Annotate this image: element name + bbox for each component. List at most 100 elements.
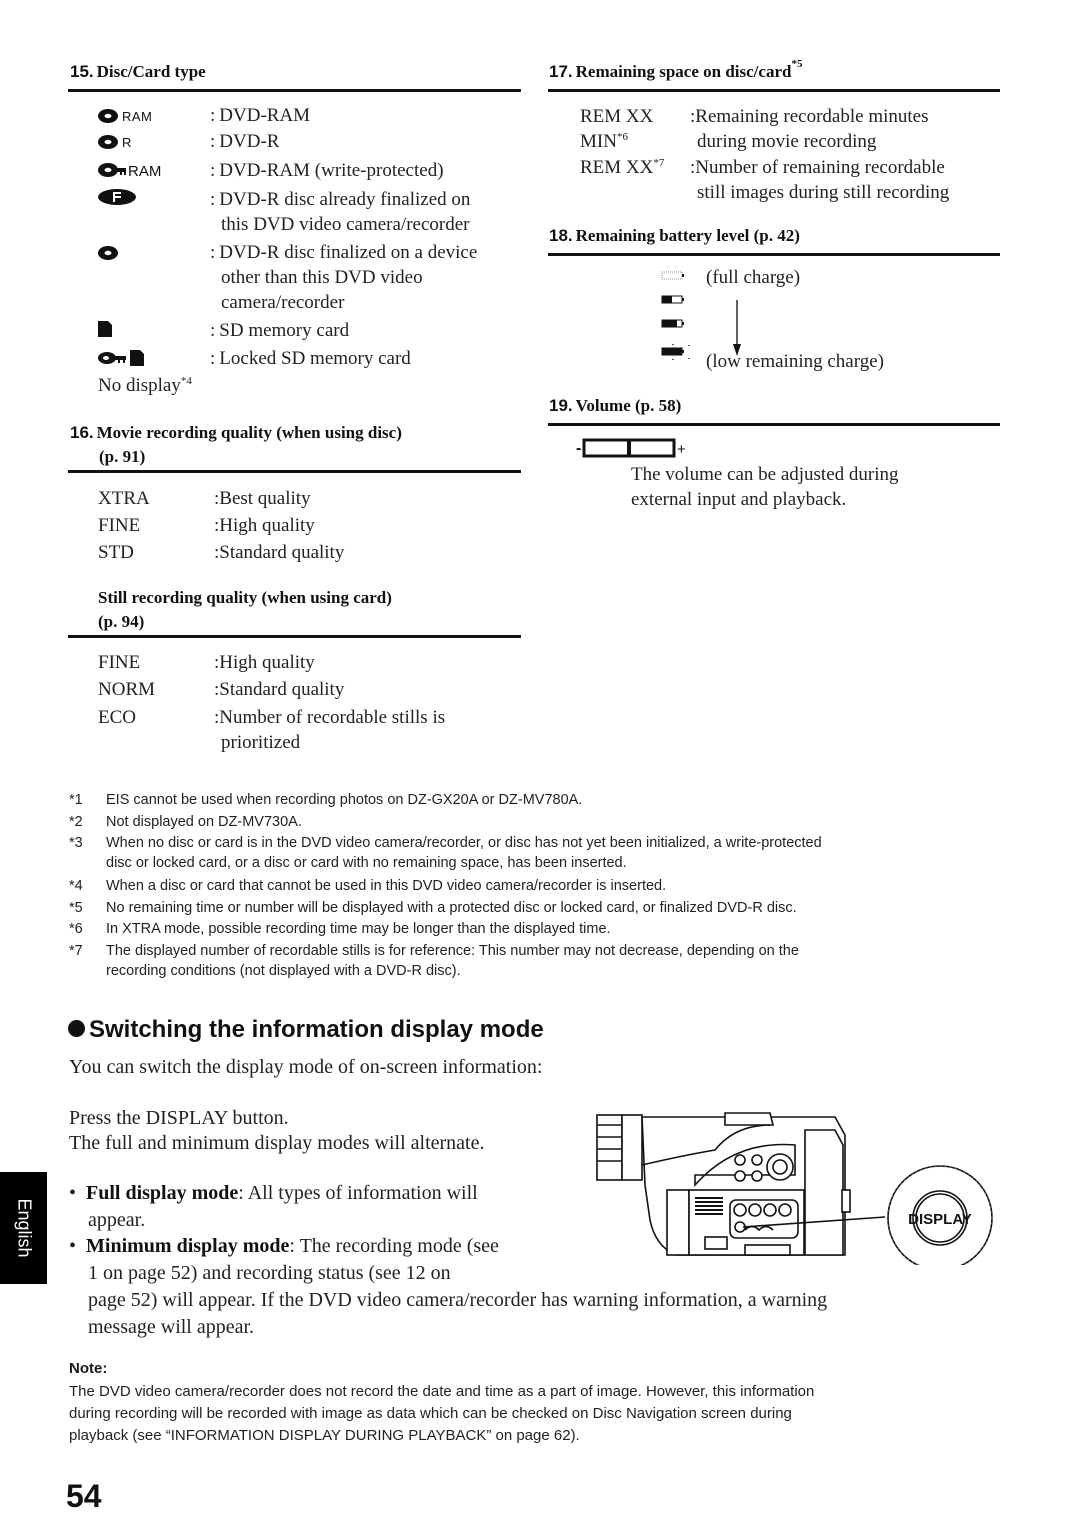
quality-desc: Best quality <box>219 488 311 509</box>
disc-type-desc: DVD-R disc finalized on a device <box>219 242 478 263</box>
remaining-desc: still images during still recording <box>697 182 950 203</box>
footnote-mark: *1 <box>69 792 83 808</box>
volume-description: The volume can be adjusted during extern… <box>631 462 899 512</box>
bullet-text: : All types of information will <box>238 1182 478 1204</box>
volume-indicator <box>627 440 631 456</box>
disc-ram-locked-icon: RAM <box>98 163 161 180</box>
display-button-label: DISPLAY <box>908 1211 972 1228</box>
battery-icon <box>661 271 684 280</box>
disc-type-row: : DVD-RAM <box>210 105 311 126</box>
sd-card-locked-icon <box>98 350 144 366</box>
remaining-desc: during movie recording <box>697 131 877 152</box>
disc-type-row: : Locked SD memory card <box>210 348 411 369</box>
disc-type-desc: DVD-R disc already finalized on <box>219 189 471 210</box>
quality-term: NORM <box>98 679 156 700</box>
quality-desc: Number of recordable stills is <box>219 707 446 728</box>
disc-type-row: : DVD-R disc finalized on a device other … <box>210 242 478 313</box>
disc-ram-icon: RAM <box>98 109 152 124</box>
quality-term: STD <box>98 542 134 563</box>
note-line: playback (see “INFORMATION DISPLAY DURIN… <box>69 1427 580 1444</box>
quality-desc: Standard quality <box>219 542 345 563</box>
battery-low-label: (low remaining charge) <box>706 349 884 374</box>
section-18-title: 18. Remaining battery level (p. 42) <box>549 226 800 246</box>
battery-fill <box>662 348 682 355</box>
section-divider <box>68 89 521 92</box>
bullet-term: Full display mode <box>86 1182 239 1204</box>
quality-desc: High quality <box>219 652 315 673</box>
bullet-marker: • <box>69 1235 77 1257</box>
footnote-text: EIS cannot be used when recording photos… <box>106 792 583 808</box>
footnote-text: Not displayed on DZ-MV730A. <box>106 813 302 830</box>
quality-term: FINE <box>98 652 141 673</box>
switching-heading: Switching the information display mode <box>68 1016 544 1044</box>
quality-desc: Standard quality <box>219 679 345 700</box>
section-divider <box>548 89 1000 92</box>
section-title-text: Volume (p. 58) <box>575 396 682 415</box>
footnote-mark: *2 <box>69 813 83 830</box>
quality-term: XTRA <box>98 488 150 509</box>
section-number: 19. <box>549 396 573 415</box>
switching-heading-text: Switching the information display mode <box>89 1016 544 1043</box>
quality-term: FINE <box>98 515 141 536</box>
section-15-title: 15. Disc/Card type <box>70 62 206 82</box>
bullet-text: appear. <box>88 1209 146 1231</box>
section-divider <box>68 635 521 638</box>
remaining-term: REM XX MIN*6 <box>580 106 654 152</box>
disc-type-row: : DVD-R <box>210 131 280 152</box>
disc-ram-label: RAM <box>122 109 152 124</box>
volume-desc-line: external input and playback. <box>631 489 847 510</box>
still-quality-title: Still recording quality (when using card… <box>98 586 392 634</box>
footnote-text: No remaining time or number will be disp… <box>106 899 797 916</box>
disc-finalized-f-icon <box>98 189 136 205</box>
footnote-mark: *3 <box>69 835 83 851</box>
quality-desc: High quality <box>219 515 315 536</box>
footnote-mark: *5 <box>69 899 83 916</box>
svg-text:RAM: RAM <box>128 163 161 180</box>
section-divider <box>68 470 521 473</box>
volume-minus-label: - <box>576 440 581 457</box>
footnote-ref: *6 <box>616 131 628 143</box>
disc-type-desc: Locked SD memory card <box>219 348 411 369</box>
disc-type-desc: SD memory card <box>219 320 350 341</box>
section-number: 16. <box>70 423 94 442</box>
disc-r-icon: R <box>98 135 131 150</box>
bullet-dot-icon <box>68 1020 85 1037</box>
remaining-desc: Number of remaining recordable <box>695 157 945 178</box>
footnote-mark: *6 <box>69 921 83 937</box>
section-divider <box>548 253 1000 256</box>
battery-icon <box>661 344 690 360</box>
subsection-title-text: Still recording quality (when using card… <box>98 588 392 607</box>
side-tab-label: English <box>14 1198 34 1258</box>
disc-type-desc: camera/recorder <box>221 292 345 313</box>
disc-type-row: : SD memory card <box>210 320 350 341</box>
footnote-mark: *4 <box>69 878 83 894</box>
subsection-page-ref: (p. 94) <box>98 612 145 631</box>
footnote-ref: *5 <box>791 58 803 70</box>
quality-term: ECO <box>98 707 136 728</box>
bullet-marker: • <box>69 1182 77 1204</box>
section-page-ref: (p. 91) <box>99 447 146 466</box>
remaining-term: REM XX*7 <box>580 157 665 178</box>
bullet-full-display: • Full display mode: All types of informa… <box>69 1180 478 1234</box>
bullet-text: message will appear. <box>88 1316 255 1338</box>
section-16-title: 16. Movie recording quality (when using d… <box>70 421 402 469</box>
disc-type-desc: DVD-R <box>219 131 280 152</box>
battery-icon <box>661 295 684 304</box>
section-number: 18. <box>549 226 573 245</box>
note-line: The DVD video camera/recorder does not r… <box>69 1383 815 1400</box>
note-line: during recording will be recorded with i… <box>69 1405 792 1422</box>
language-side-tab: English <box>0 1172 47 1284</box>
no-display-label: No display*4 <box>98 373 192 398</box>
switching-intro: You can switch the display mode of on-sc… <box>69 1056 543 1078</box>
volume-bar-icon: -+: <box>576 438 686 458</box>
volume-desc-line: The volume can be adjusted during <box>631 464 899 485</box>
disc-type-row: : DVD-RAM (write-protected) <box>210 160 444 181</box>
footnote-text: When a disc or card that cannot be used … <box>106 878 667 894</box>
battery-fill <box>662 296 672 303</box>
section-divider <box>548 423 1000 426</box>
section-title-text: Disc/Card type <box>96 62 206 81</box>
svg-text:R: R <box>122 135 131 150</box>
battery-full-text: (full charge) <box>706 267 801 288</box>
bullet-text: : The recording mode (see <box>289 1235 499 1257</box>
remaining-desc: Remaining recordable minutes <box>695 106 929 127</box>
